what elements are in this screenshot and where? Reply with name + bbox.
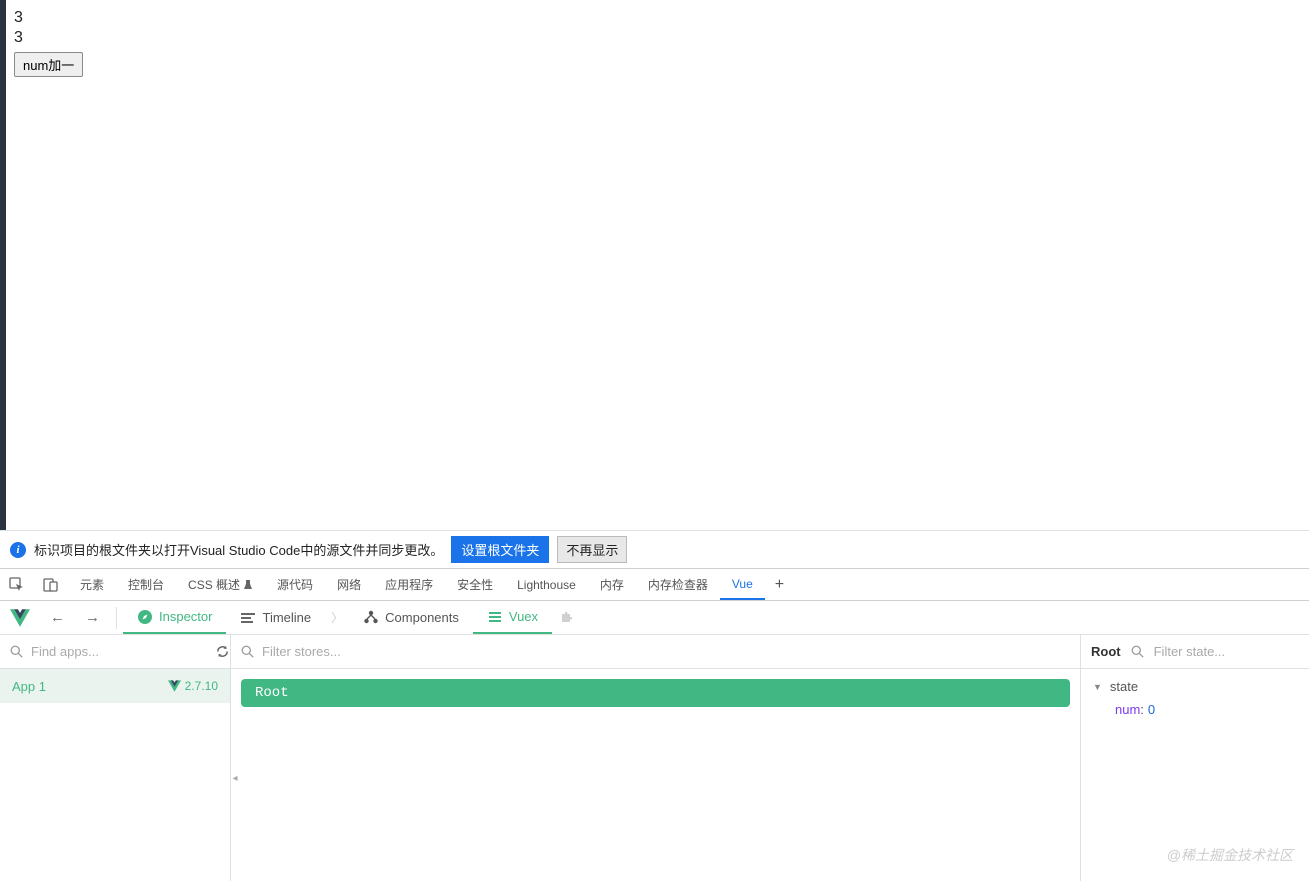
app-name: App 1 (12, 679, 46, 694)
breadcrumb-chevron-icon: 〉 (325, 609, 349, 626)
compass-icon (137, 609, 153, 625)
set-root-folder-button[interactable]: 设置根文件夹 (451, 536, 549, 563)
tab-css-overview[interactable]: CSS 概述 (176, 569, 265, 600)
output-line-1: 3 (14, 8, 1295, 28)
window-edge (0, 0, 6, 530)
filter-stores-row (231, 635, 1080, 669)
state-value: 0 (1148, 702, 1155, 717)
search-icon (10, 645, 23, 658)
vue-version-badge: 2.7.10 (168, 679, 218, 693)
search-icon (1131, 645, 1144, 658)
output-line-2: 3 (14, 28, 1295, 48)
tab-vue[interactable]: Vue (720, 569, 765, 600)
info-message: 标识项目的根文件夹以打开Visual Studio Code中的源文件并同步更改… (34, 540, 443, 559)
state-panel-header: Root (1081, 635, 1309, 669)
state-tree: ▼ state num:0 (1081, 669, 1309, 727)
increment-num-button[interactable]: num加一 (14, 52, 83, 77)
state-label: state (1110, 679, 1138, 694)
tab-console[interactable]: 控制台 (116, 569, 176, 600)
nav-back-button[interactable]: ← (40, 609, 75, 626)
store-root-item[interactable]: Root (241, 679, 1070, 707)
tab-security[interactable]: 安全性 (445, 569, 505, 600)
state-tree-root[interactable]: ▼ state (1093, 679, 1297, 694)
vuex-icon (487, 609, 503, 625)
vue-small-icon (168, 680, 181, 692)
info-icon: i (10, 542, 26, 558)
find-apps-input[interactable] (31, 644, 207, 659)
tab-network[interactable]: 网络 (325, 569, 373, 600)
inspect-element-icon[interactable] (0, 577, 34, 593)
devtools-tab-bar: 元素 控制台 CSS 概述 源代码 网络 应用程序 安全性 Lighthouse… (0, 568, 1309, 601)
tab-memory[interactable]: 内存 (588, 569, 636, 600)
nav-forward-button[interactable]: → (75, 609, 110, 626)
vue-tab-vuex[interactable]: Vuex (473, 601, 552, 634)
tab-lighthouse[interactable]: Lighthouse (505, 569, 588, 600)
app-list-item[interactable]: App 1 2.7.10 (0, 669, 230, 703)
state-panel: Root ▼ state num:0 (1081, 635, 1309, 881)
apps-panel: App 1 2.7.10 (0, 635, 231, 881)
tab-memory-inspector[interactable]: 内存检查器 (636, 569, 720, 600)
divider (116, 607, 117, 629)
vue-tab-inspector[interactable]: Inspector (123, 601, 226, 634)
tab-elements[interactable]: 元素 (68, 569, 116, 600)
vue-devtools-bar: ← → Inspector Timeline 〉 Components Vuex (0, 601, 1309, 635)
state-key: num (1115, 702, 1140, 717)
components-icon (363, 610, 379, 626)
tab-application[interactable]: 应用程序 (373, 569, 445, 600)
vue-tab-timeline[interactable]: Timeline (226, 601, 325, 634)
timeline-icon (240, 610, 256, 626)
vue-devtools-panels: App 1 2.7.10 Root ◂ Root ▼ (0, 635, 1309, 881)
state-tree-item[interactable]: num:0 (1093, 702, 1297, 717)
panel-collapse-handle[interactable]: ◂ (230, 758, 240, 798)
app-viewport: 3 3 num加一 (0, 0, 1309, 530)
plugins-icon[interactable] (552, 610, 574, 626)
vue-logo-icon[interactable] (0, 609, 40, 627)
search-icon (241, 645, 254, 658)
state-panel-title: Root (1091, 644, 1121, 659)
refresh-icon[interactable] (215, 644, 230, 659)
find-apps-row (0, 635, 230, 669)
beaker-icon (243, 580, 253, 590)
add-tab-button[interactable]: + (765, 576, 794, 594)
vue-tab-components[interactable]: Components (349, 601, 473, 634)
filter-state-input[interactable] (1154, 644, 1309, 659)
stores-panel: Root ◂ (231, 635, 1081, 881)
filter-stores-input[interactable] (262, 644, 1070, 659)
vscode-info-bar: i 标识项目的根文件夹以打开Visual Studio Code中的源文件并同步… (0, 530, 1309, 568)
tab-sources[interactable]: 源代码 (265, 569, 325, 600)
dismiss-button[interactable]: 不再显示 (557, 536, 627, 563)
caret-down-icon: ▼ (1093, 682, 1102, 692)
device-toolbar-icon[interactable] (34, 577, 68, 593)
